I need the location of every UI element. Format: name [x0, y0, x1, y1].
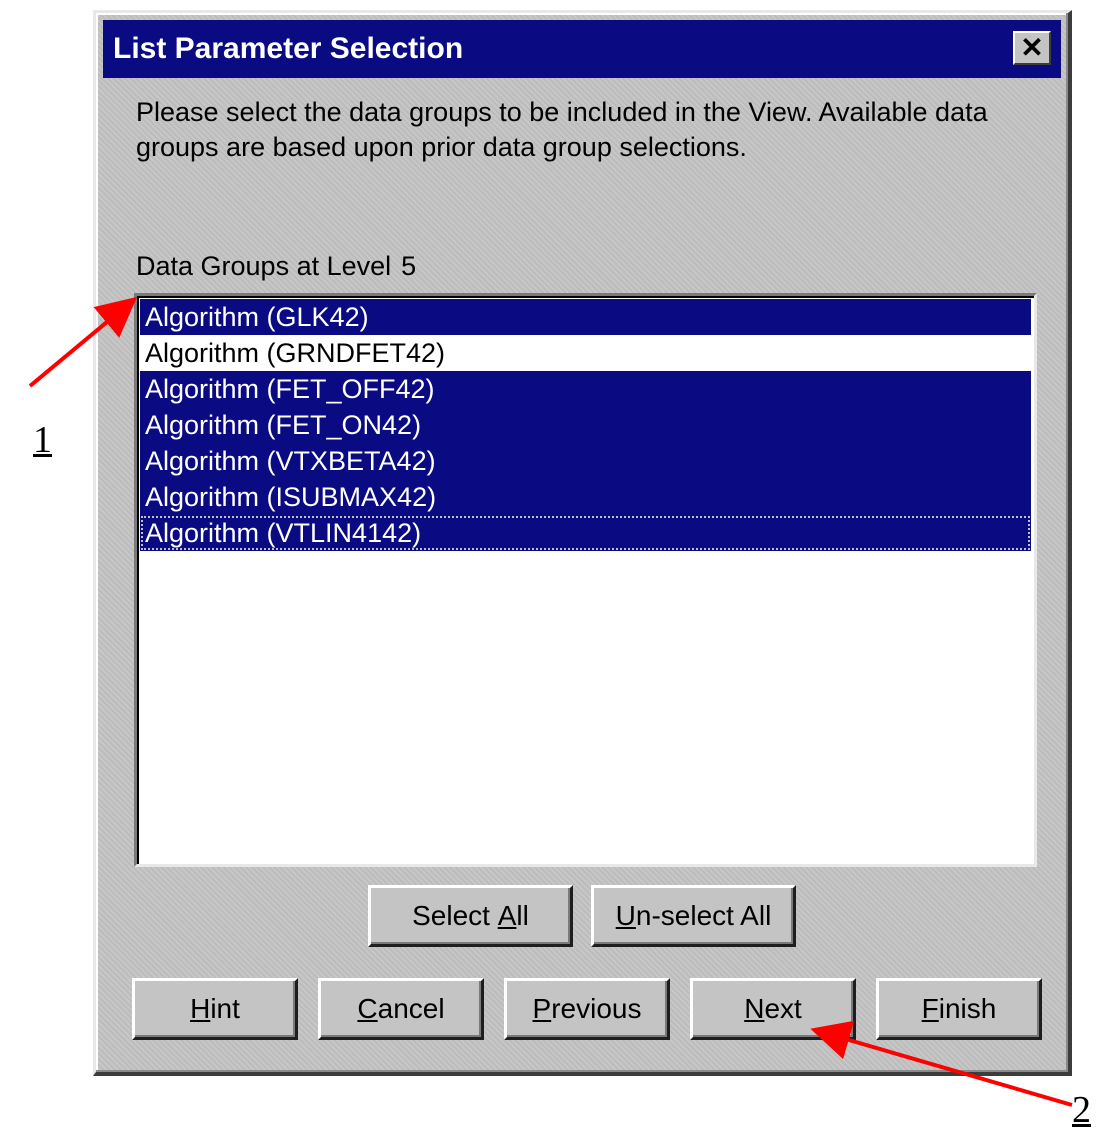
previous-accelerator: P [532, 993, 552, 1024]
instruction-text: Please select the data groups to be incl… [136, 97, 988, 162]
close-icon: ✕ [1020, 32, 1044, 63]
unselect-all-label-post: n-select All [635, 900, 772, 931]
select-all-button[interactable]: Select All [368, 885, 573, 947]
select-all-accelerator: A [497, 900, 517, 931]
data-groups-level-label: Data Groups at Level 5 [136, 251, 416, 282]
list-item[interactable]: Algorithm (GRNDFET42) [140, 335, 1031, 371]
hint-label-post: int [210, 993, 240, 1024]
next-button[interactable]: Next [690, 978, 856, 1040]
level-label-text: Data Groups at Level [136, 251, 392, 281]
list-item[interactable]: Algorithm (ISUBMAX42) [140, 479, 1031, 515]
callout-number-1: 1 [33, 419, 52, 461]
previous-button[interactable]: Previous [504, 978, 670, 1040]
list-item[interactable]: Algorithm (FET_OFF42) [140, 371, 1031, 407]
unselect-all-button[interactable]: Un-select All [591, 885, 796, 947]
list-item[interactable]: Algorithm (FET_ON42) [140, 407, 1031, 443]
select-all-label-post: ll [516, 900, 529, 931]
list-item[interactable]: Algorithm (GLK42) [140, 299, 1031, 335]
finish-label-post: inish [938, 993, 997, 1024]
previous-label-post: revious [551, 993, 642, 1024]
finish-button[interactable]: Finish [876, 978, 1042, 1040]
callout-number-2: 2 [1072, 1089, 1091, 1131]
dialog-title: List Parameter Selection [113, 32, 464, 65]
hint-accelerator: H [190, 993, 211, 1024]
next-label-post: ext [764, 993, 802, 1024]
unselect-all-accelerator: U [615, 900, 636, 931]
cancel-button[interactable]: Cancel [318, 978, 484, 1040]
cancel-accelerator: C [357, 993, 378, 1024]
hint-button[interactable]: Hint [132, 978, 298, 1040]
list-item[interactable]: Algorithm (VTLIN4142) [140, 515, 1031, 551]
list-item[interactable]: Algorithm (VTXBETA42) [140, 443, 1031, 479]
cancel-label-post: ancel [377, 993, 445, 1024]
finish-accelerator: F [921, 993, 939, 1024]
select-all-label-pre: Select [412, 900, 498, 931]
next-accelerator: N [744, 993, 765, 1024]
list-parameter-selection-dialog: List Parameter Selection ✕ Please select… [93, 10, 1072, 1076]
level-number: 5 [401, 251, 417, 281]
title-bar[interactable]: List Parameter Selection ✕ [103, 20, 1061, 78]
close-button[interactable]: ✕ [1013, 31, 1051, 65]
data-groups-listbox[interactable]: Algorithm (GLK42) Algorithm (GRNDFET42) … [134, 293, 1037, 867]
data-groups-list: Algorithm (GLK42) Algorithm (GRNDFET42) … [140, 299, 1031, 551]
